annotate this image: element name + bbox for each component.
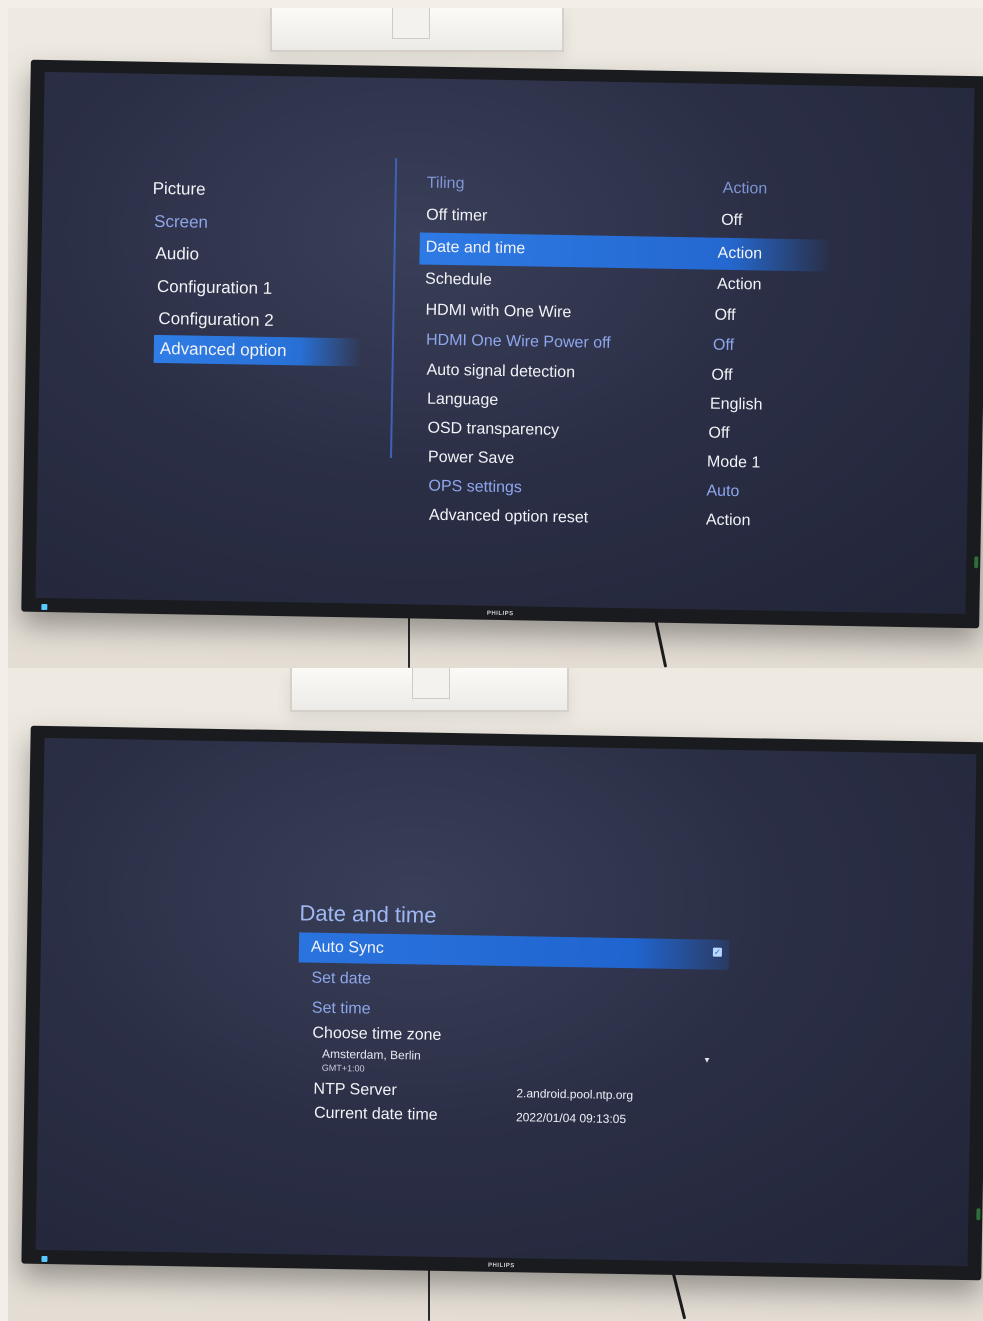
menu-item-label: Audio (155, 243, 200, 264)
setting-label: Power Save (427, 448, 515, 468)
set-time-item[interactable]: Set time (312, 1000, 371, 1019)
setting-label: HDMI One Wire Power off (425, 331, 611, 352)
wall-lamp (270, 8, 564, 52)
top-photo: Picture Screen Audio Configuration 1 Con… (8, 8, 983, 668)
lamp-mount (392, 8, 430, 39)
setting-label: Schedule (424, 270, 492, 289)
setting-value: Off (708, 424, 730, 442)
setting-label: Language (426, 390, 499, 409)
menu-divider (389, 158, 398, 459)
menu-item-label: Screen (153, 211, 209, 232)
advanced-option-list: Tiling Action Off timer Off Date and tim… (45, 72, 975, 529)
tv-display: Picture Screen Audio Configuration 1 Con… (21, 59, 983, 629)
setting-row-hdmi-one-wire-power-off[interactable]: HDMI One Wire Power off Off (426, 332, 826, 361)
brand-logo: PHILIPS (486, 610, 514, 618)
setting-value: Action (705, 511, 751, 530)
status-led (41, 603, 48, 611)
setting-value: English (709, 395, 763, 414)
setting-label: Date and time (425, 238, 526, 258)
page-title: Date and time (299, 900, 437, 928)
tv-display: Date and time Auto Sync ✓ Set date Set t… (21, 725, 983, 1281)
setting-value: Action (722, 179, 768, 198)
setting-value: Action (717, 244, 763, 263)
auto-sync-label: Auto Sync (310, 938, 385, 957)
current-date-time-value: 2022/01/04 09:13:05 (515, 1110, 627, 1127)
time-zone-city: Amsterdam, Berlin (321, 1046, 421, 1063)
setting-label: Tiling (426, 174, 465, 193)
osd-main-menu: Picture Screen Audio Configuration 1 Con… (45, 72, 975, 367)
menu-item-configuration-1[interactable]: Configuration 1 (157, 277, 273, 299)
menu-item-label: Configuration 1 (156, 276, 273, 298)
menu-item-picture[interactable]: Picture (152, 179, 205, 200)
ntp-server-value: 2.android.pool.ntp.org (516, 1086, 634, 1103)
power-indicator (974, 556, 979, 569)
setting-value: Off (721, 211, 743, 230)
power-indicator (976, 1208, 981, 1221)
setting-row-hdmi-one-wire[interactable]: HDMI with One Wire Off (425, 302, 825, 331)
brand-logo: PHILIPS (487, 1262, 515, 1270)
menu-item-label: Picture (152, 178, 206, 199)
chevron-down-icon[interactable]: ▼ (703, 1055, 711, 1064)
setting-row-ops-settings[interactable]: OPS settings Auto (428, 478, 828, 507)
tv-screen: Picture Screen Audio Configuration 1 Con… (35, 71, 975, 615)
status-led (41, 1255, 48, 1263)
setting-label: HDMI with One Wire (425, 301, 572, 322)
setting-label: OPS settings (428, 477, 523, 497)
lamp-mount (412, 668, 450, 699)
setting-row-advanced-option-reset[interactable]: Advanced option reset Action (429, 507, 829, 536)
setting-label: OSD transparency (427, 419, 560, 439)
setting-value: Mode 1 (706, 453, 761, 472)
setting-row-power-save[interactable]: Power Save Mode 1 (428, 449, 828, 478)
ntp-server-label[interactable]: NTP Server (313, 1081, 397, 1100)
menu-item-label: Configuration 2 (158, 308, 274, 330)
choose-time-zone-label[interactable]: Choose time zone (312, 1025, 441, 1045)
menu-item-label: Advanced option (159, 338, 287, 361)
setting-row-schedule[interactable]: Schedule Action (425, 271, 825, 300)
setting-row-date-and-time[interactable]: Date and time Action (419, 232, 832, 272)
setting-label: Advanced option reset (428, 506, 589, 527)
setting-row-language[interactable]: Language English (427, 391, 827, 420)
setting-value: Auto (706, 482, 740, 501)
time-zone-offset: GMT+1:00 (321, 1062, 365, 1074)
setting-value: Off (711, 366, 733, 384)
wall-lamp (290, 668, 569, 712)
setting-label: Auto signal detection (426, 361, 576, 382)
auto-sync-checkbox[interactable]: ✓ (712, 947, 722, 957)
menu-item-screen[interactable]: Screen (154, 212, 208, 233)
wall-cable (428, 1266, 430, 1321)
setting-value: Action (716, 275, 762, 294)
tv-screen: Date and time Auto Sync ✓ Set date Set t… (35, 737, 977, 1267)
setting-row-off-timer[interactable]: Off timer Off (426, 207, 826, 236)
menu-item-configuration-2[interactable]: Configuration 2 (158, 309, 274, 331)
setting-label: Off timer (426, 206, 488, 225)
bottom-photo: Date and time Auto Sync ✓ Set date Set t… (8, 668, 983, 1321)
menu-item-advanced-option[interactable]: Advanced option (153, 334, 363, 367)
setting-row-osd-transparency[interactable]: OSD transparency Off (427, 420, 827, 449)
menu-item-audio[interactable]: Audio (155, 244, 199, 265)
setting-row-auto-signal-detection[interactable]: Auto signal detection Off (426, 362, 826, 391)
current-date-time-label: Current date time (313, 1104, 438, 1124)
setting-row-tiling[interactable]: Tiling Action (427, 175, 827, 204)
setting-value: Off (714, 306, 736, 325)
set-date-item[interactable]: Set date (311, 970, 371, 989)
setting-value: Off (712, 336, 735, 354)
